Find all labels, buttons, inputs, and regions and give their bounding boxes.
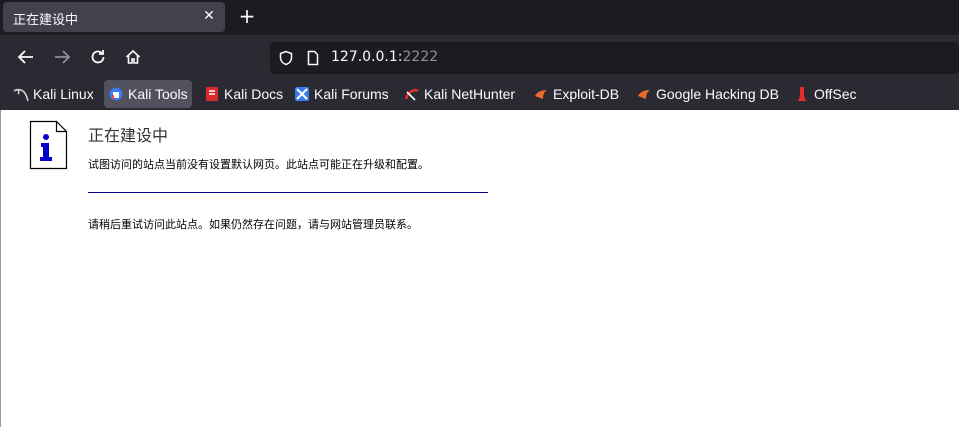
exploit-db-icon xyxy=(533,86,549,102)
shield-icon[interactable] xyxy=(278,50,294,70)
kali-tools-icon xyxy=(108,86,124,102)
page-icon[interactable] xyxy=(305,50,321,70)
kali-dragon-icon xyxy=(13,86,29,102)
divider xyxy=(88,192,488,193)
bookmark-label: Kali Forums xyxy=(314,86,389,102)
tab-strip: 正在建设中 ✕ + xyxy=(0,0,959,35)
url-bar[interactable]: 127.0.0.1:2222 xyxy=(270,42,959,74)
bookmark-kali-linux[interactable]: Kali Linux xyxy=(13,80,94,108)
info-icon xyxy=(29,120,69,174)
google-hacking-db-icon xyxy=(636,86,652,102)
back-icon[interactable] xyxy=(14,45,38,69)
page-message: 试图访问的站点当前没有设置默认网页。此站点可能正在升级和配置。 xyxy=(88,158,429,171)
bookmark-kali-nethunter[interactable]: Kali NetHunter xyxy=(404,80,515,108)
bookmark-label: Google Hacking DB xyxy=(656,86,779,102)
bookmark-label: Kali Tools xyxy=(128,86,188,102)
bookmark-label: Kali Docs xyxy=(224,86,284,102)
tab-active[interactable]: 正在建设中 ✕ xyxy=(3,2,225,32)
close-tab-icon[interactable]: ✕ xyxy=(201,7,217,25)
bookmark-label: Kali Linux xyxy=(33,86,94,102)
offsec-icon xyxy=(794,86,810,102)
forward-icon[interactable] xyxy=(50,45,74,69)
url-text[interactable]: 127.0.0.1:2222 xyxy=(331,49,438,65)
bookmark-offsec[interactable]: OffSec xyxy=(794,80,857,108)
bookmark-google-hacking-db[interactable]: Google Hacking DB xyxy=(636,80,779,108)
bookmark-kali-tools[interactable]: Kali Tools xyxy=(104,80,192,108)
home-icon[interactable] xyxy=(121,45,145,69)
bookmark-label: Exploit-DB xyxy=(553,86,620,102)
page-retry-message: 请稍后重试访问此站点。如果仍然存在问题，请与网站管理员联系。 xyxy=(88,218,418,231)
new-tab-button[interactable]: + xyxy=(236,5,258,27)
tab-title: 正在建设中 xyxy=(13,13,79,28)
reload-icon[interactable] xyxy=(86,45,110,69)
bookmark-label: OffSec xyxy=(814,86,857,102)
page-title: 正在建设中 xyxy=(88,126,169,145)
bookmarks-toolbar: Kali Linux Kali Tools Kali Docs Kali For… xyxy=(0,80,959,110)
kali-nethunter-icon xyxy=(404,86,420,102)
kali-docs-icon xyxy=(204,86,220,102)
kali-forums-icon xyxy=(294,86,310,102)
bookmark-exploit-db[interactable]: Exploit-DB xyxy=(533,80,619,108)
bookmark-kali-forums[interactable]: Kali Forums xyxy=(294,80,389,108)
nav-toolbar: 127.0.0.1:2222 xyxy=(0,35,959,80)
bookmark-kali-docs[interactable]: Kali Docs xyxy=(204,80,283,108)
url-host: 127.0.0.1: xyxy=(331,49,403,65)
bookmark-label: Kali NetHunter xyxy=(424,86,516,102)
url-port: 2222 xyxy=(402,49,439,65)
page-content: 正在建设中 试图访问的站点当前没有设置默认网页。此站点可能正在升级和配置。 请稍… xyxy=(0,110,959,427)
